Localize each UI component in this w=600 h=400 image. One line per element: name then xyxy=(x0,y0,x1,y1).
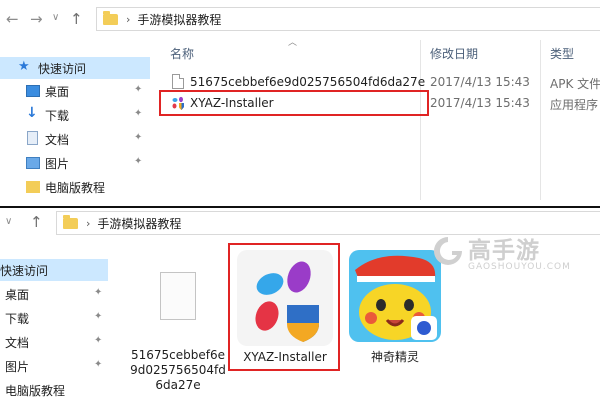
file-name: 51675cebbef6e9d025756504fd6da27e xyxy=(190,75,426,89)
sidebar-item-desktop[interactable]: 桌面 ✦ xyxy=(0,283,108,305)
column-header-type[interactable]: 类型 xyxy=(550,45,574,62)
watermark-text: 高手游 xyxy=(468,238,540,264)
sidebar-item-label: 图片 xyxy=(5,360,30,374)
sidebar-item-quick-access[interactable]: ★ 快速访问 xyxy=(0,57,150,79)
column-divider[interactable] xyxy=(540,40,541,200)
pin-icon[interactable]: ✦ xyxy=(94,287,102,298)
pin-icon[interactable]: ✦ xyxy=(134,84,142,95)
pin-icon[interactable]: ✦ xyxy=(134,108,142,119)
sidebar-item-documents[interactable]: 文档 ✦ xyxy=(0,331,108,353)
pikachu-game-icon xyxy=(349,250,441,342)
highlight-box xyxy=(159,90,429,116)
pin-icon[interactable]: ✦ xyxy=(94,335,102,346)
file-type: 应用程序 xyxy=(550,98,599,112)
sidebar-item-label: 下载 xyxy=(5,312,30,326)
watermark-logo-icon xyxy=(434,237,462,265)
tile-label: 神奇精灵 xyxy=(346,350,444,365)
tile-label-line: 神奇精灵 xyxy=(370,350,419,364)
highlight-box xyxy=(228,243,340,371)
sidebar-item-pictures[interactable]: 图片 ✦ xyxy=(0,152,150,174)
file-type: APK 文件 xyxy=(550,77,600,91)
watermark-logo: 高手游 GAOSHOUYOU.COM xyxy=(430,229,600,279)
sidebar-item-label: 电脑版教程 xyxy=(5,384,66,398)
address-path-box[interactable]: › 手游模拟器教程 xyxy=(96,7,600,31)
sidebar-item-label: 图片 xyxy=(45,157,70,171)
sidebar-item-label: 快速访问 xyxy=(38,62,87,76)
pin-icon[interactable]: ✦ xyxy=(94,311,102,322)
tile-label-line: 6da27e xyxy=(155,378,201,392)
tile-label: 51675cebbef6e 9d025756504fd 6da27e xyxy=(130,348,226,393)
sidebar-item-documents[interactable]: 文档 ✦ xyxy=(0,128,150,150)
pin-icon[interactable]: ✦ xyxy=(134,132,142,143)
pin-icon[interactable]: ✦ xyxy=(94,359,102,370)
sidebar-item-pc-tutorials[interactable]: 电脑版教程 xyxy=(0,379,108,400)
file-icon xyxy=(160,272,196,320)
sidebar-item-pc-tutorials[interactable]: 电脑版教程 xyxy=(0,176,150,198)
file-date: 2017/4/13 15:43 xyxy=(430,75,530,89)
sidebar-item-pictures[interactable]: 图片 ✦ xyxy=(0,355,108,377)
folder-icon xyxy=(26,181,40,193)
column-divider[interactable] xyxy=(420,40,421,200)
sidebar-item-label: 桌面 xyxy=(5,288,30,302)
column-header-name[interactable]: 名称 xyxy=(170,45,194,62)
sidebar-item-desktop[interactable]: 桌面 ✦ xyxy=(0,80,150,102)
sidebar-item-label: 文档 xyxy=(45,133,70,147)
file-tile[interactable]: 51675cebbef6e 9d025756504fd 6da27e xyxy=(130,250,226,400)
star-icon: ★ xyxy=(18,59,30,74)
tile-label-line: 51675cebbef6e xyxy=(130,348,225,362)
sort-ascending-icon: ︿ xyxy=(288,38,298,48)
column-header-date[interactable]: 修改日期 xyxy=(430,45,478,62)
download-icon: ↓ xyxy=(26,105,38,121)
sidebar-item-label: 文档 xyxy=(5,336,30,350)
breadcrumb-folder[interactable]: 手游模拟器教程 xyxy=(137,11,221,28)
navigation-pane: 快速访问 桌面 ✦ 下载 ✦ 文档 ✦ 图片 ✦ 电脑版教程 xyxy=(0,208,150,400)
sidebar-item-label: 桌面 xyxy=(45,85,70,99)
desktop-icon xyxy=(26,85,40,97)
sidebar-item-label: 快速访问 xyxy=(0,264,49,278)
sidebar-item-label: 电脑版教程 xyxy=(45,181,106,195)
sidebar-item-downloads[interactable]: ↓ 下载 ✦ xyxy=(0,104,150,126)
file-date: 2017/4/13 15:43 xyxy=(430,96,530,110)
pin-icon[interactable]: ✦ xyxy=(134,156,142,167)
sidebar-item-downloads[interactable]: 下载 ✦ xyxy=(0,307,108,329)
watermark-subtext: GAOSHOUYOU.COM xyxy=(468,262,571,272)
file-icon xyxy=(172,74,184,89)
sidebar-item-label: 下载 xyxy=(45,109,70,123)
explorer-window-details: ← → ∨ ↑ › 手游模拟器教程 ★ 快速访问 桌面 ✦ ↓ 下载 ✦ 文档 … xyxy=(0,0,600,208)
sidebar-item-quick-access[interactable]: 快速访问 xyxy=(0,259,108,281)
navigation-pane: ★ 快速访问 桌面 ✦ ↓ 下载 ✦ 文档 ✦ 图片 ✦ 电脑版教程 xyxy=(0,0,150,208)
document-icon xyxy=(27,131,38,145)
tile-label-line: 9d025756504fd xyxy=(130,363,226,377)
picture-icon xyxy=(26,157,40,169)
